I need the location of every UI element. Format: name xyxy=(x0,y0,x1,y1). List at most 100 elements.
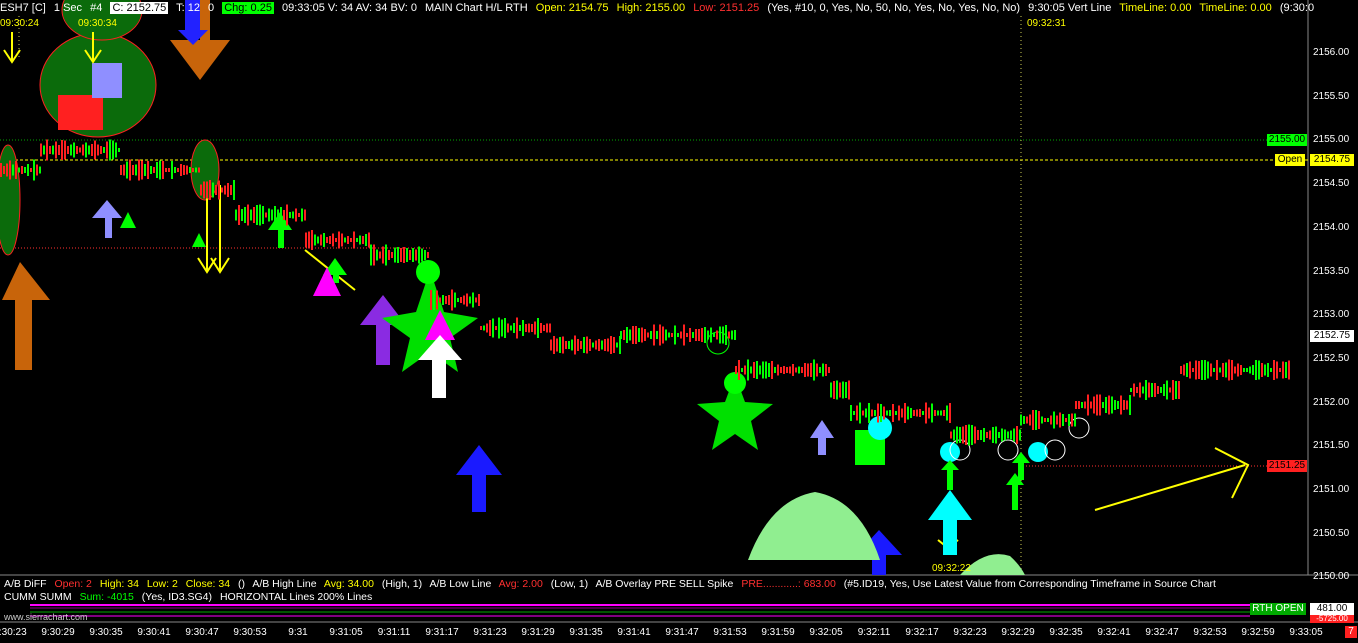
study-rest: (#5.ID19, Yes, Use Latest Value from Cor… xyxy=(843,578,1216,590)
price-bar xyxy=(953,429,955,441)
price-bar xyxy=(100,146,102,154)
price-bar xyxy=(147,161,149,179)
study-name: CUMM SUMM xyxy=(4,591,72,603)
price-bar xyxy=(819,367,821,373)
price-bar xyxy=(549,323,551,333)
price-bar xyxy=(713,333,715,337)
price-bar xyxy=(995,426,997,444)
price-bar xyxy=(695,329,697,341)
price-bar xyxy=(1198,361,1200,379)
price-bar xyxy=(141,160,143,180)
price-tick-label: 2151.00 xyxy=(1313,484,1350,495)
price-bar xyxy=(1192,368,1194,372)
price-bar xyxy=(478,294,480,306)
price-bar xyxy=(728,331,730,339)
price-tick-label: 2154.00 xyxy=(1313,221,1350,233)
price-bar xyxy=(977,430,979,440)
price-bar xyxy=(1019,429,1021,441)
price-bar xyxy=(813,359,815,381)
price-bar xyxy=(865,408,867,418)
price-bar xyxy=(1148,382,1150,398)
price-bar xyxy=(574,335,576,355)
interval-label[interactable]: 1 Sec xyxy=(54,2,82,14)
price-bar xyxy=(534,321,536,335)
price-bar xyxy=(469,296,471,304)
price-bar xyxy=(656,331,658,339)
price-bar xyxy=(192,168,194,172)
price-bar xyxy=(454,292,456,308)
price-bar xyxy=(719,326,721,344)
price-bar xyxy=(756,361,758,379)
price-bar xyxy=(347,236,349,244)
price-bar xyxy=(61,140,63,160)
price-bar xyxy=(519,325,521,331)
price-bar xyxy=(910,408,912,418)
price-bar xyxy=(1130,388,1132,392)
price-tick-label: 2153.00 xyxy=(1313,309,1350,321)
price-bar xyxy=(218,180,220,200)
price-bar xyxy=(641,327,643,343)
price-bar xyxy=(753,362,755,378)
price-bar xyxy=(665,329,667,341)
time-stats: 09:33:05 V: 34 AV: 34 BV: 0 xyxy=(282,2,417,14)
price-bar xyxy=(424,250,426,260)
price-bar xyxy=(686,333,688,337)
price-bar xyxy=(674,325,676,345)
study-params: (Yes, ID3.SG4) xyxy=(141,591,213,603)
price-bar xyxy=(135,164,137,176)
price-bar xyxy=(15,161,17,179)
price-bar xyxy=(971,425,973,445)
price-bar xyxy=(1075,401,1077,409)
price-bar xyxy=(607,338,609,352)
price-bar xyxy=(1186,363,1188,377)
price-bar xyxy=(394,247,396,263)
price-bar xyxy=(1093,396,1095,414)
time-tick-label: 9:31:59 xyxy=(761,627,795,638)
price-bar xyxy=(82,144,84,156)
price-bar xyxy=(1225,362,1227,378)
price-bar xyxy=(946,405,948,421)
price-bar xyxy=(1129,395,1131,415)
price-chart[interactable] xyxy=(0,0,1358,643)
price-bar xyxy=(940,410,942,416)
price-bar xyxy=(215,185,217,195)
price-bar xyxy=(1264,364,1266,376)
price-bar xyxy=(845,382,847,398)
price-bar xyxy=(592,342,594,348)
price-bar xyxy=(1282,361,1284,379)
price-bar xyxy=(466,293,468,307)
price-bar xyxy=(668,332,670,338)
symbol-label[interactable]: ESH7 [C] xyxy=(0,2,46,14)
price-bar xyxy=(747,359,749,381)
price-bar xyxy=(650,331,652,339)
price-bar xyxy=(52,145,54,155)
price-bar xyxy=(744,365,746,375)
study-horizontal: HORIZONTAL Lines 200% Lines xyxy=(219,591,373,603)
price-bar xyxy=(943,410,945,416)
price-bar xyxy=(610,336,612,354)
price-bar xyxy=(1056,415,1058,425)
price-bar xyxy=(877,403,879,423)
price-bar xyxy=(1222,363,1224,377)
price-bar xyxy=(1074,413,1076,427)
price-bar xyxy=(833,381,835,399)
study-cumm-summ[interactable]: CUMM SUMM Sum: -4015 (Yes, ID3.SG4) HORI… xyxy=(4,591,377,604)
price-bar xyxy=(338,231,340,249)
price-bar xyxy=(1053,411,1055,429)
price-bar xyxy=(959,427,961,443)
price-bar xyxy=(1246,368,1248,372)
study-avg-low: Avg: 2.00 xyxy=(498,578,543,590)
price-bar xyxy=(480,326,482,330)
price-bar xyxy=(677,333,679,337)
price-bar xyxy=(94,140,96,160)
price-bar xyxy=(1261,363,1263,377)
time-tick-label: 9:32:59 xyxy=(1241,627,1275,638)
price-bar xyxy=(200,184,202,196)
price-bar xyxy=(792,364,794,376)
price-bar xyxy=(460,297,462,303)
study-ab-diff[interactable]: A/B DiFF Open: 2 High: 34 Low: 2 Close: … xyxy=(4,578,1221,591)
time-tick-label: 9:30:47 xyxy=(185,627,219,638)
price-bar xyxy=(644,329,646,341)
time-tick-label: 9:31:17 xyxy=(425,627,459,638)
price-bar xyxy=(513,323,515,333)
